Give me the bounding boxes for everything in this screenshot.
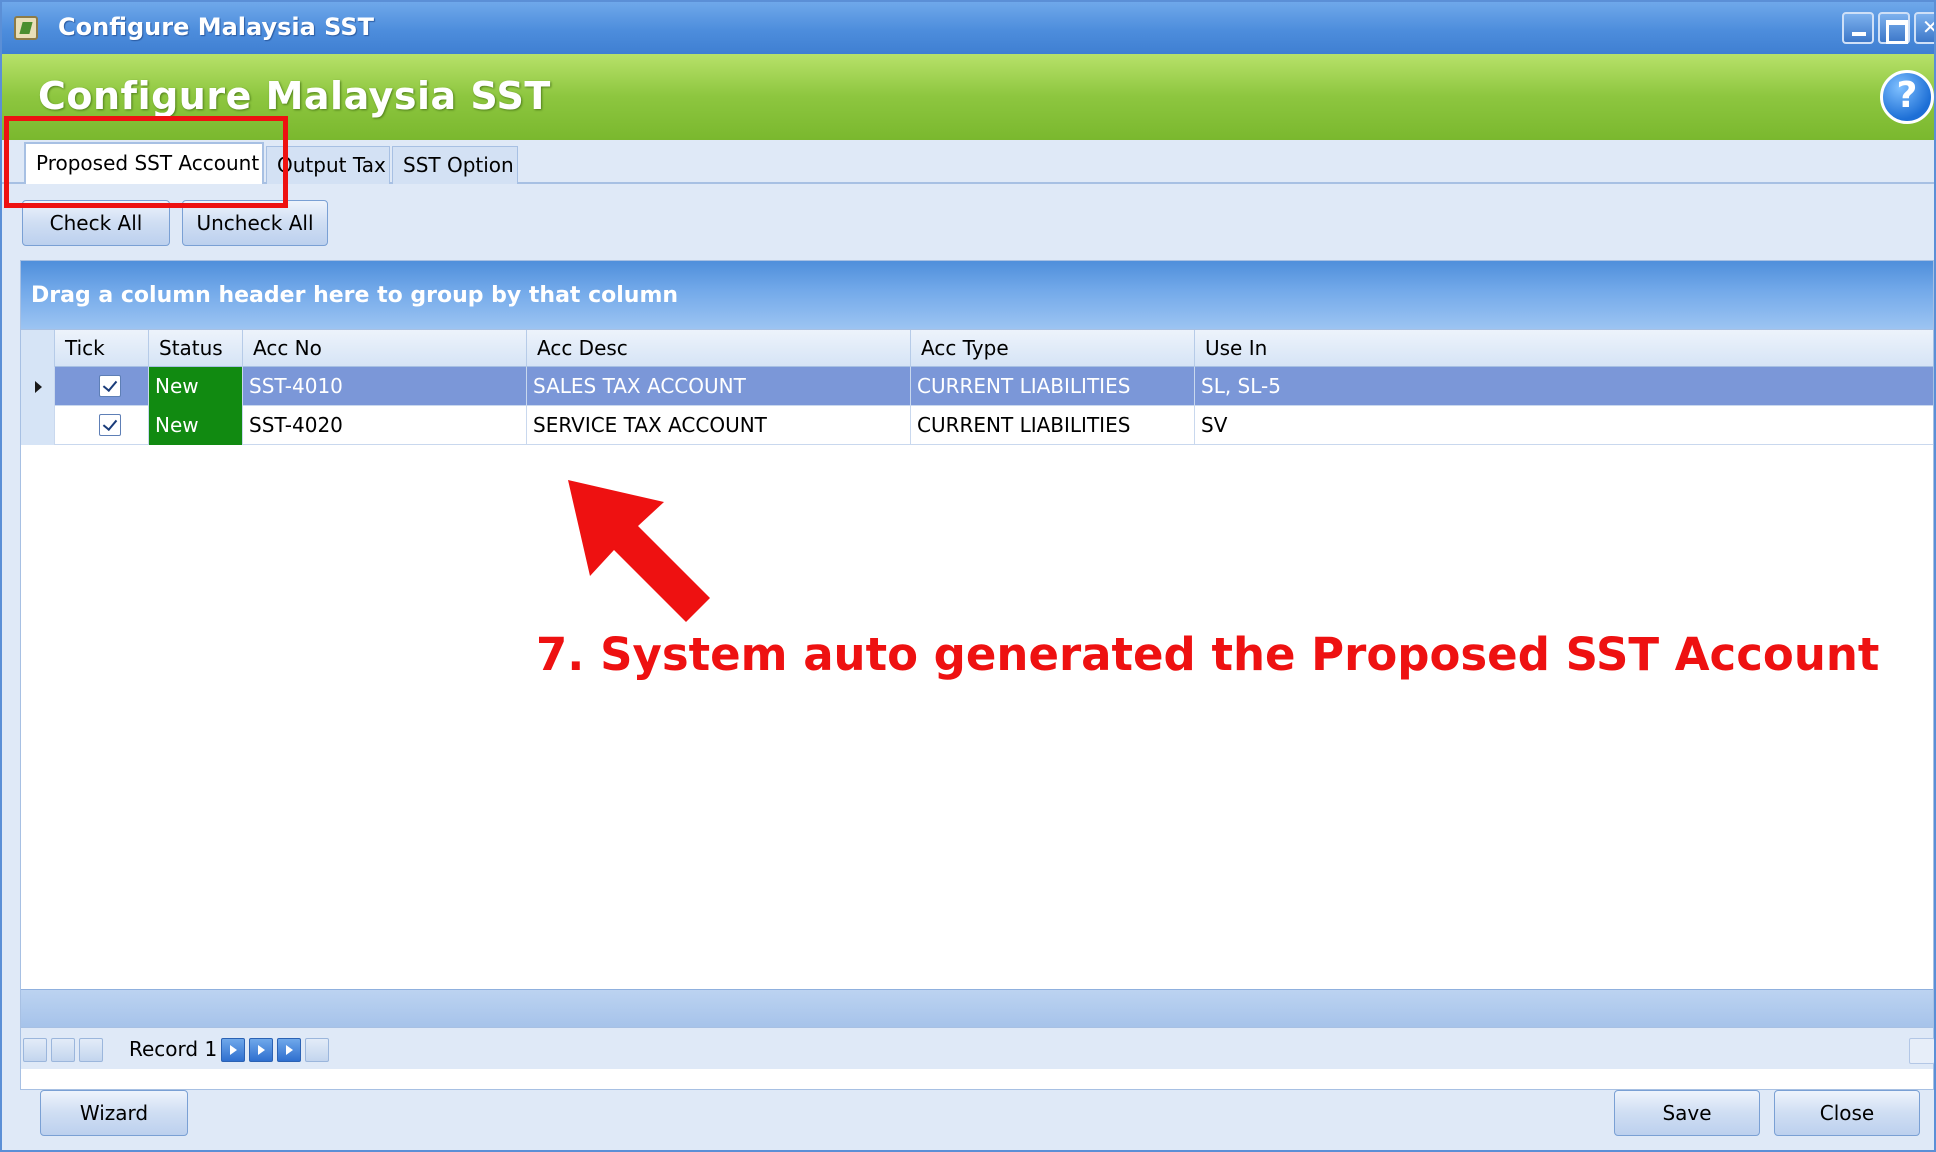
- save-button[interactable]: Save: [1614, 1090, 1760, 1136]
- previous-record-icon[interactable]: [79, 1038, 103, 1062]
- tick-checkbox[interactable]: [99, 414, 121, 436]
- form-header: Configure Malaysia SST ?: [2, 54, 1934, 140]
- current-row-arrow-icon: [35, 381, 42, 393]
- next-record-icon[interactable]: [221, 1038, 245, 1062]
- column-header-row: Tick Status Acc No Acc Desc Acc Type Use…: [21, 329, 1934, 368]
- tick-checkbox[interactable]: [99, 375, 121, 397]
- status-cell: New: [149, 406, 243, 445]
- annotation-text: 7. System auto generated the Proposed SS…: [536, 628, 1880, 681]
- acc-no-cell[interactable]: SST-4010: [243, 367, 527, 406]
- column-header-use-in[interactable]: Use In: [1195, 330, 1934, 368]
- next-page-icon[interactable]: [249, 1038, 273, 1062]
- acc-no-cell[interactable]: SST-4020: [243, 406, 527, 445]
- scroll-left-icon[interactable]: [305, 1038, 329, 1062]
- column-header-status[interactable]: Status: [149, 330, 243, 368]
- group-by-panel[interactable]: Drag a column header here to group by th…: [21, 261, 1933, 329]
- first-page-icon[interactable]: [23, 1038, 47, 1062]
- window-title: Configure Malaysia SST: [58, 13, 375, 41]
- column-header-acc-no[interactable]: Acc No: [243, 330, 527, 368]
- use-in-cell[interactable]: SL, SL-5: [1195, 367, 1934, 406]
- row-indicator-header: [21, 330, 55, 368]
- table-row[interactable]: New SST-4020 SERVICE TAX ACCOUNT CURRENT…: [21, 406, 1933, 445]
- maximize-button[interactable]: [1878, 12, 1910, 44]
- wizard-button[interactable]: Wizard: [40, 1090, 188, 1136]
- record-navigator: Record 1 of 2: [21, 1027, 1934, 1069]
- tab-sst-option[interactable]: SST Option: [392, 146, 518, 184]
- use-in-cell[interactable]: SV: [1195, 406, 1934, 445]
- table-row[interactable]: New SST-4010 SALES TAX ACCOUNT CURRENT L…: [21, 367, 1933, 406]
- tick-cell[interactable]: [55, 367, 149, 406]
- highlight-box: [4, 116, 288, 208]
- grid-footer: [21, 989, 1933, 1027]
- column-header-acc-type[interactable]: Acc Type: [911, 330, 1195, 368]
- page-title: Configure Malaysia SST: [38, 74, 551, 118]
- acc-desc-cell[interactable]: SERVICE TAX ACCOUNT: [527, 406, 911, 445]
- row-indicator: [21, 367, 55, 406]
- help-icon[interactable]: ?: [1880, 70, 1934, 124]
- row-indicator: [21, 406, 55, 445]
- minimize-button[interactable]: [1842, 12, 1874, 44]
- column-header-tick[interactable]: Tick: [55, 330, 149, 368]
- previous-page-icon[interactable]: [51, 1038, 75, 1062]
- column-header-acc-desc[interactable]: Acc Desc: [527, 330, 911, 368]
- tab-strip: Proposed SST Account Output Tax SST Opti…: [2, 140, 1934, 184]
- group-by-hint: Drag a column header here to group by th…: [31, 283, 679, 308]
- close-window-button[interactable]: [1914, 12, 1934, 44]
- scroll-right-icon[interactable]: [1909, 1038, 1934, 1064]
- tick-cell[interactable]: [55, 406, 149, 445]
- last-record-icon[interactable]: [277, 1038, 301, 1062]
- app-icon: [14, 16, 38, 40]
- title-bar: Configure Malaysia SST: [2, 2, 1934, 54]
- status-cell: New: [149, 367, 243, 406]
- annotation-arrow-icon: [568, 480, 710, 622]
- acc-desc-cell[interactable]: SALES TAX ACCOUNT: [527, 367, 911, 406]
- acc-type-cell[interactable]: CURRENT LIABILITIES: [911, 406, 1195, 445]
- close-button[interactable]: Close: [1774, 1090, 1920, 1136]
- acc-type-cell[interactable]: CURRENT LIABILITIES: [911, 367, 1195, 406]
- configure-window: Configure Malaysia SST Configure Malaysi…: [0, 0, 1936, 1152]
